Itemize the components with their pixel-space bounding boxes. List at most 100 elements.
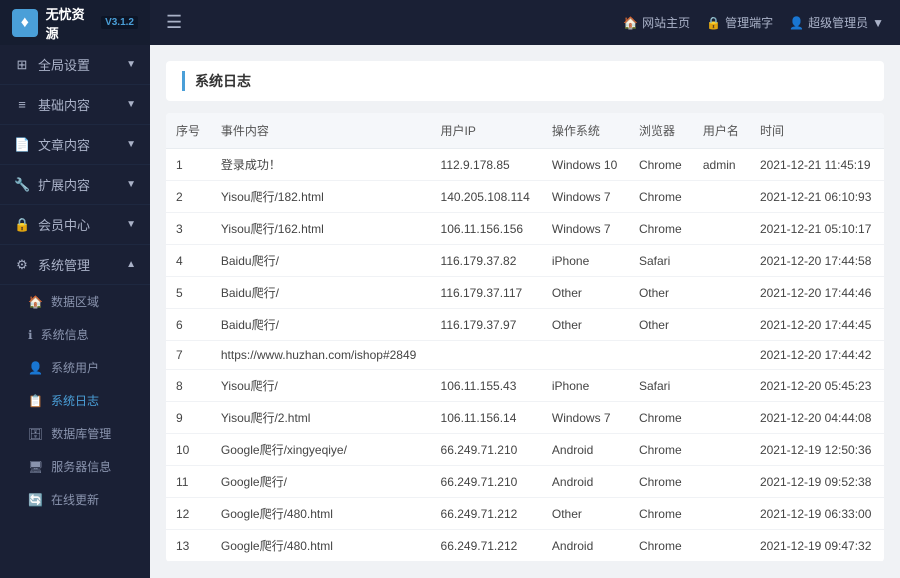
sidebar-item-label: 系统管理	[38, 255, 90, 274]
table-row: 14Yisou爬行/26.html106.11.155.49Windows 7C…	[166, 562, 884, 563]
col-ip: 用户IP	[431, 113, 542, 149]
cell-5	[693, 498, 750, 530]
cell-6: 2021-12-19 05:37:06	[750, 562, 884, 563]
topbar: ☰ 🏠 网站主页 🔒 管理端字 👤 超级管理员 ▼	[150, 0, 900, 45]
cell-1: Google爬行/xingyeqiye/	[211, 434, 431, 466]
cell-0: 2	[166, 181, 211, 213]
sub-item-label: 在线更新	[51, 491, 99, 508]
sidebar-item-basic[interactable]: ≡ 基础内容 ▼	[0, 85, 150, 125]
user-icon: 👤	[789, 16, 804, 30]
arrow-icon: ▼	[126, 179, 136, 190]
admin-user-label: 超级管理员	[808, 14, 868, 31]
cell-1: Baidu爬行/	[211, 277, 431, 309]
manage-jump-label: 管理端字	[725, 14, 773, 31]
cell-6: 2021-12-19 06:33:00	[750, 498, 884, 530]
sidebar-item-data-area[interactable]: 🏠 数据区域	[0, 285, 150, 318]
sidebar-item-system[interactable]: ⚙ 系统管理 ▲	[0, 245, 150, 285]
cell-0: 5	[166, 277, 211, 309]
sidebar-item-ext[interactable]: 🔧 扩展内容 ▼	[0, 165, 150, 205]
topbar-left: ☰	[166, 12, 182, 33]
manage-jump-button[interactable]: 🔒 管理端字	[706, 14, 773, 31]
cell-2: 106.11.156.14	[431, 402, 542, 434]
cell-2: 112.9.178.85	[431, 149, 542, 181]
cell-4: Chrome	[629, 466, 693, 498]
topbar-right: 🏠 网站主页 🔒 管理端字 👤 超级管理员 ▼	[623, 14, 884, 31]
cell-2: 66.249.71.212	[431, 498, 542, 530]
server-info-icon: 🖥	[28, 460, 43, 474]
cell-4: Chrome	[629, 181, 693, 213]
menu-toggle-button[interactable]: ☰	[166, 12, 182, 33]
table-header: 序号 事件内容 用户IP 操作系统 浏览器 用户名 时间	[166, 113, 884, 149]
cell-5	[693, 370, 750, 402]
cell-1: https://www.huzhan.com/ishop#2849	[211, 341, 431, 370]
col-user: 用户名	[693, 113, 750, 149]
system-info-icon: ℹ	[28, 328, 33, 342]
sidebar-item-server-info[interactable]: 🖥 服务器信息	[0, 450, 150, 483]
dashboard-icon: ⊞	[14, 57, 30, 73]
cell-6: 2021-12-20 17:44:46	[750, 277, 884, 309]
cell-0: 6	[166, 309, 211, 341]
cell-2: 106.11.155.49	[431, 562, 542, 563]
sidebar-item-system-info[interactable]: ℹ 系统信息	[0, 318, 150, 351]
sidebar-item-data-mgmt[interactable]: 🗄 数据库管理	[0, 417, 150, 450]
cell-6: 2021-12-20 04:44:08	[750, 402, 884, 434]
page-header: 系统日志	[166, 61, 884, 101]
sidebar-item-dashboard[interactable]: ⊞ 全局设置 ▼	[0, 45, 150, 85]
cell-0: 1	[166, 149, 211, 181]
online-update-icon: 🔄	[28, 493, 43, 507]
arrow-icon: ▼	[126, 59, 136, 70]
cell-4: Chrome	[629, 213, 693, 245]
sidebar-item-doc[interactable]: 📄 文章内容 ▼	[0, 125, 150, 165]
cell-0: 7	[166, 341, 211, 370]
cell-1: Google爬行/	[211, 466, 431, 498]
basic-icon: ≡	[14, 97, 30, 112]
cell-1: Yisou爬行/	[211, 370, 431, 402]
table-row: 4Baidu爬行/116.179.37.82iPhoneSafari2021-1…	[166, 245, 884, 277]
table-row: 3Yisou爬行/162.html106.11.156.156Windows 7…	[166, 213, 884, 245]
cell-0: 8	[166, 370, 211, 402]
cell-1: 登录成功！	[211, 149, 431, 181]
cell-3: Windows 7	[542, 181, 629, 213]
sidebar-item-label: 会员中心	[38, 215, 90, 234]
sub-item-label: 系统用户	[51, 359, 99, 376]
arrow-icon: ▼	[126, 219, 136, 230]
cell-2: 116.179.37.117	[431, 277, 542, 309]
cell-2: 66.249.71.210	[431, 434, 542, 466]
cell-5	[693, 309, 750, 341]
sidebar-item-system-user[interactable]: 👤 系统用户	[0, 351, 150, 384]
cell-5	[693, 341, 750, 370]
sub-item-label: 数据库管理	[51, 425, 111, 442]
cell-3: iPhone	[542, 370, 629, 402]
lock-icon: 🔒	[706, 16, 721, 30]
cell-3: Windows 7	[542, 562, 629, 563]
cell-5	[693, 434, 750, 466]
cell-3: Windows 7	[542, 402, 629, 434]
cell-6: 2021-12-21 06:10:93	[750, 181, 884, 213]
cell-3: Windows 7	[542, 213, 629, 245]
cell-6: 2021-12-20 17:44:58	[750, 245, 884, 277]
table-row: 2Yisou爬行/182.html140.205.108.114Windows …	[166, 181, 884, 213]
sidebar-logo: ♦ 无忧资源 V3.1.2	[0, 0, 150, 45]
cell-4: Safari	[629, 370, 693, 402]
cell-5	[693, 181, 750, 213]
cell-1: Yisou爬行/182.html	[211, 181, 431, 213]
sidebar-item-online-update[interactable]: 🔄 在线更新	[0, 483, 150, 516]
sidebar-item-label: 全局设置	[38, 55, 90, 74]
main-content: ☰ 🏠 网站主页 🔒 管理端字 👤 超级管理员 ▼ 系统日志	[150, 0, 900, 578]
cell-0: 12	[166, 498, 211, 530]
cell-3: Android	[542, 434, 629, 466]
sidebar-item-member[interactable]: 🔒 会员中心 ▼	[0, 205, 150, 245]
table-row: 9Yisou爬行/2.html106.11.156.14Windows 7Chr…	[166, 402, 884, 434]
cell-0: 14	[166, 562, 211, 563]
table-row: 7https://www.huzhan.com/ishop#2849 2021-1…	[166, 341, 884, 370]
website-home-button[interactable]: 🏠 网站主页	[623, 14, 690, 31]
cell-6: 2021-12-20 17:44:42	[750, 341, 884, 370]
arrow-up-icon: ▲	[126, 259, 136, 270]
col-os: 操作系统	[542, 113, 629, 149]
table-row: 12Google爬行/480.html66.249.71.212OtherChr…	[166, 498, 884, 530]
admin-user-button[interactable]: 👤 超级管理员 ▼	[789, 14, 884, 31]
sidebar-item-system-log[interactable]: 📋 系统日志	[0, 384, 150, 417]
sub-item-label: 数据区域	[51, 293, 99, 310]
content-area: 系统日志 序号 事件内容 用户IP 操作系统 浏览器 用户名 时间 1登录成功！…	[150, 45, 900, 578]
cell-3: Android	[542, 466, 629, 498]
